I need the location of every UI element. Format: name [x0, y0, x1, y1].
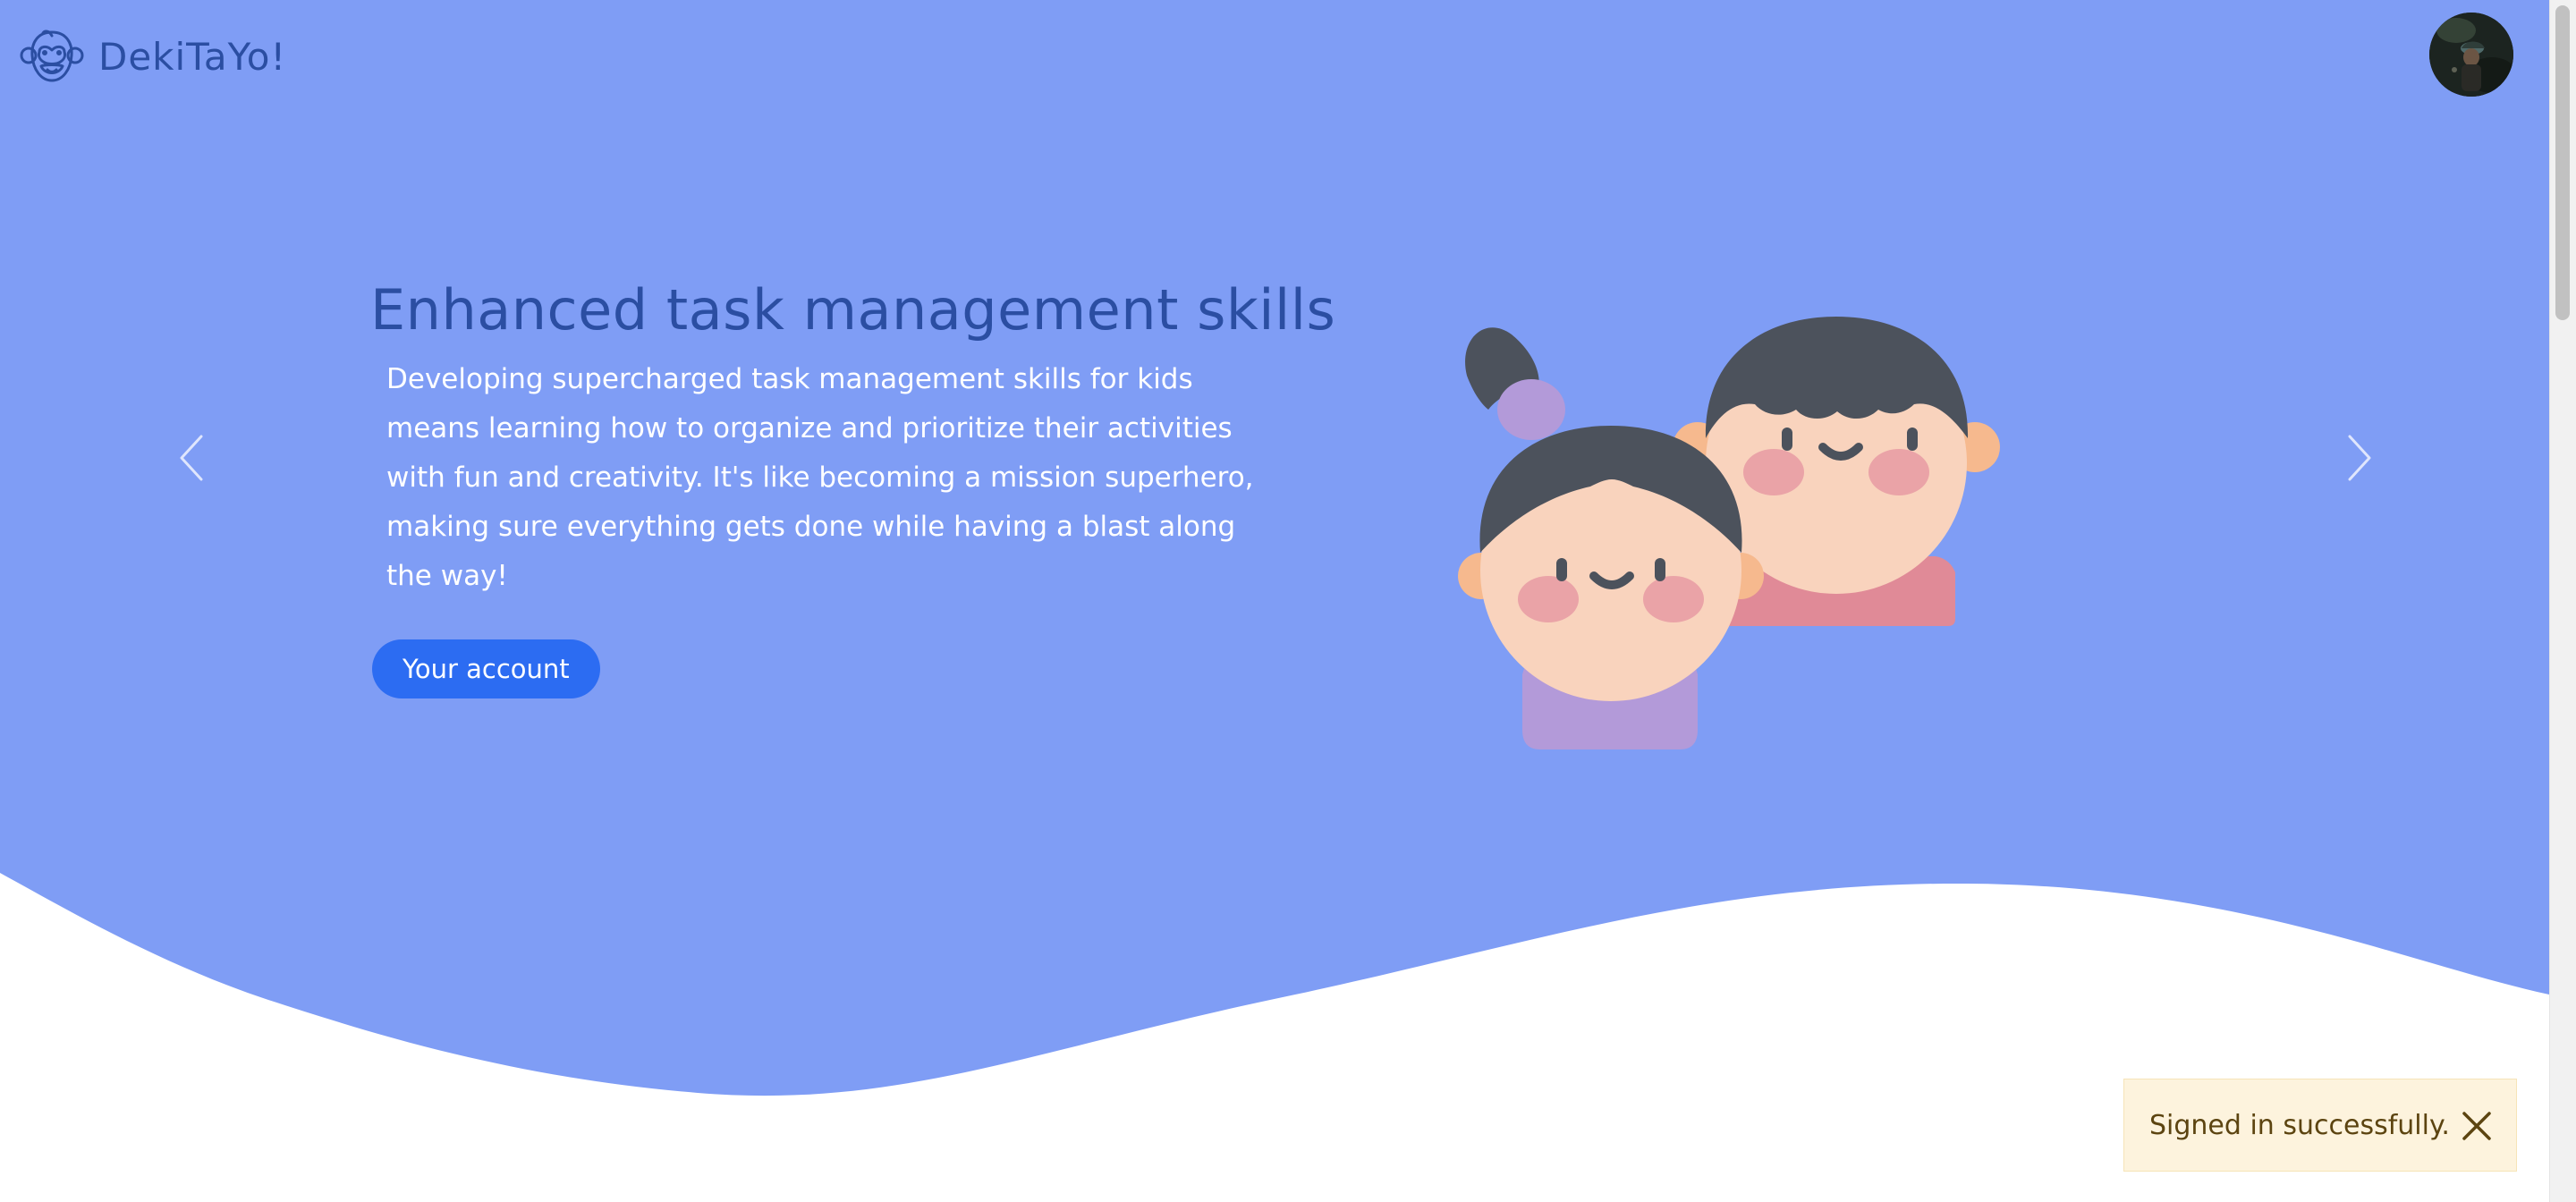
carousel-prev-button[interactable]	[165, 426, 218, 490]
chevron-right-icon	[2348, 435, 2371, 481]
monkey-face-icon	[20, 30, 84, 82]
user-avatar[interactable]	[2429, 13, 2513, 97]
slide-illustration	[1449, 304, 2021, 769]
close-icon	[2462, 1112, 2491, 1140]
your-account-button[interactable]: Your account	[372, 639, 600, 698]
signin-toast: Signed in successfully.	[2123, 1079, 2517, 1172]
brand-name: DekiTaYo!	[98, 34, 287, 79]
two-kids-illustration	[1458, 317, 2000, 749]
toast-message: Signed in successfully.	[2149, 1109, 2450, 1141]
hero-wave-background	[0, 0, 2549, 1096]
scrollbar-thumb[interactable]	[2555, 5, 2570, 320]
page-scrollbar[interactable]	[2549, 0, 2576, 1202]
top-navbar: DekiTaYo!	[0, 0, 2549, 111]
slide-description: Developing supercharged task management …	[386, 363, 1254, 592]
carousel-next-button[interactable]	[2333, 426, 2386, 490]
user-avatar-photo	[2429, 13, 2513, 97]
carousel-slide-content: Enhanced task management skills Developi…	[370, 277, 1336, 601]
slide-title: Enhanced task management skills	[370, 277, 1336, 343]
brand-link[interactable]: DekiTaYo!	[20, 25, 286, 88]
chevron-left-icon	[180, 435, 203, 481]
toast-close-button[interactable]	[2457, 1106, 2496, 1146]
hero-section: DekiTaYo! Enhanced task management skill	[0, 0, 2549, 1202]
